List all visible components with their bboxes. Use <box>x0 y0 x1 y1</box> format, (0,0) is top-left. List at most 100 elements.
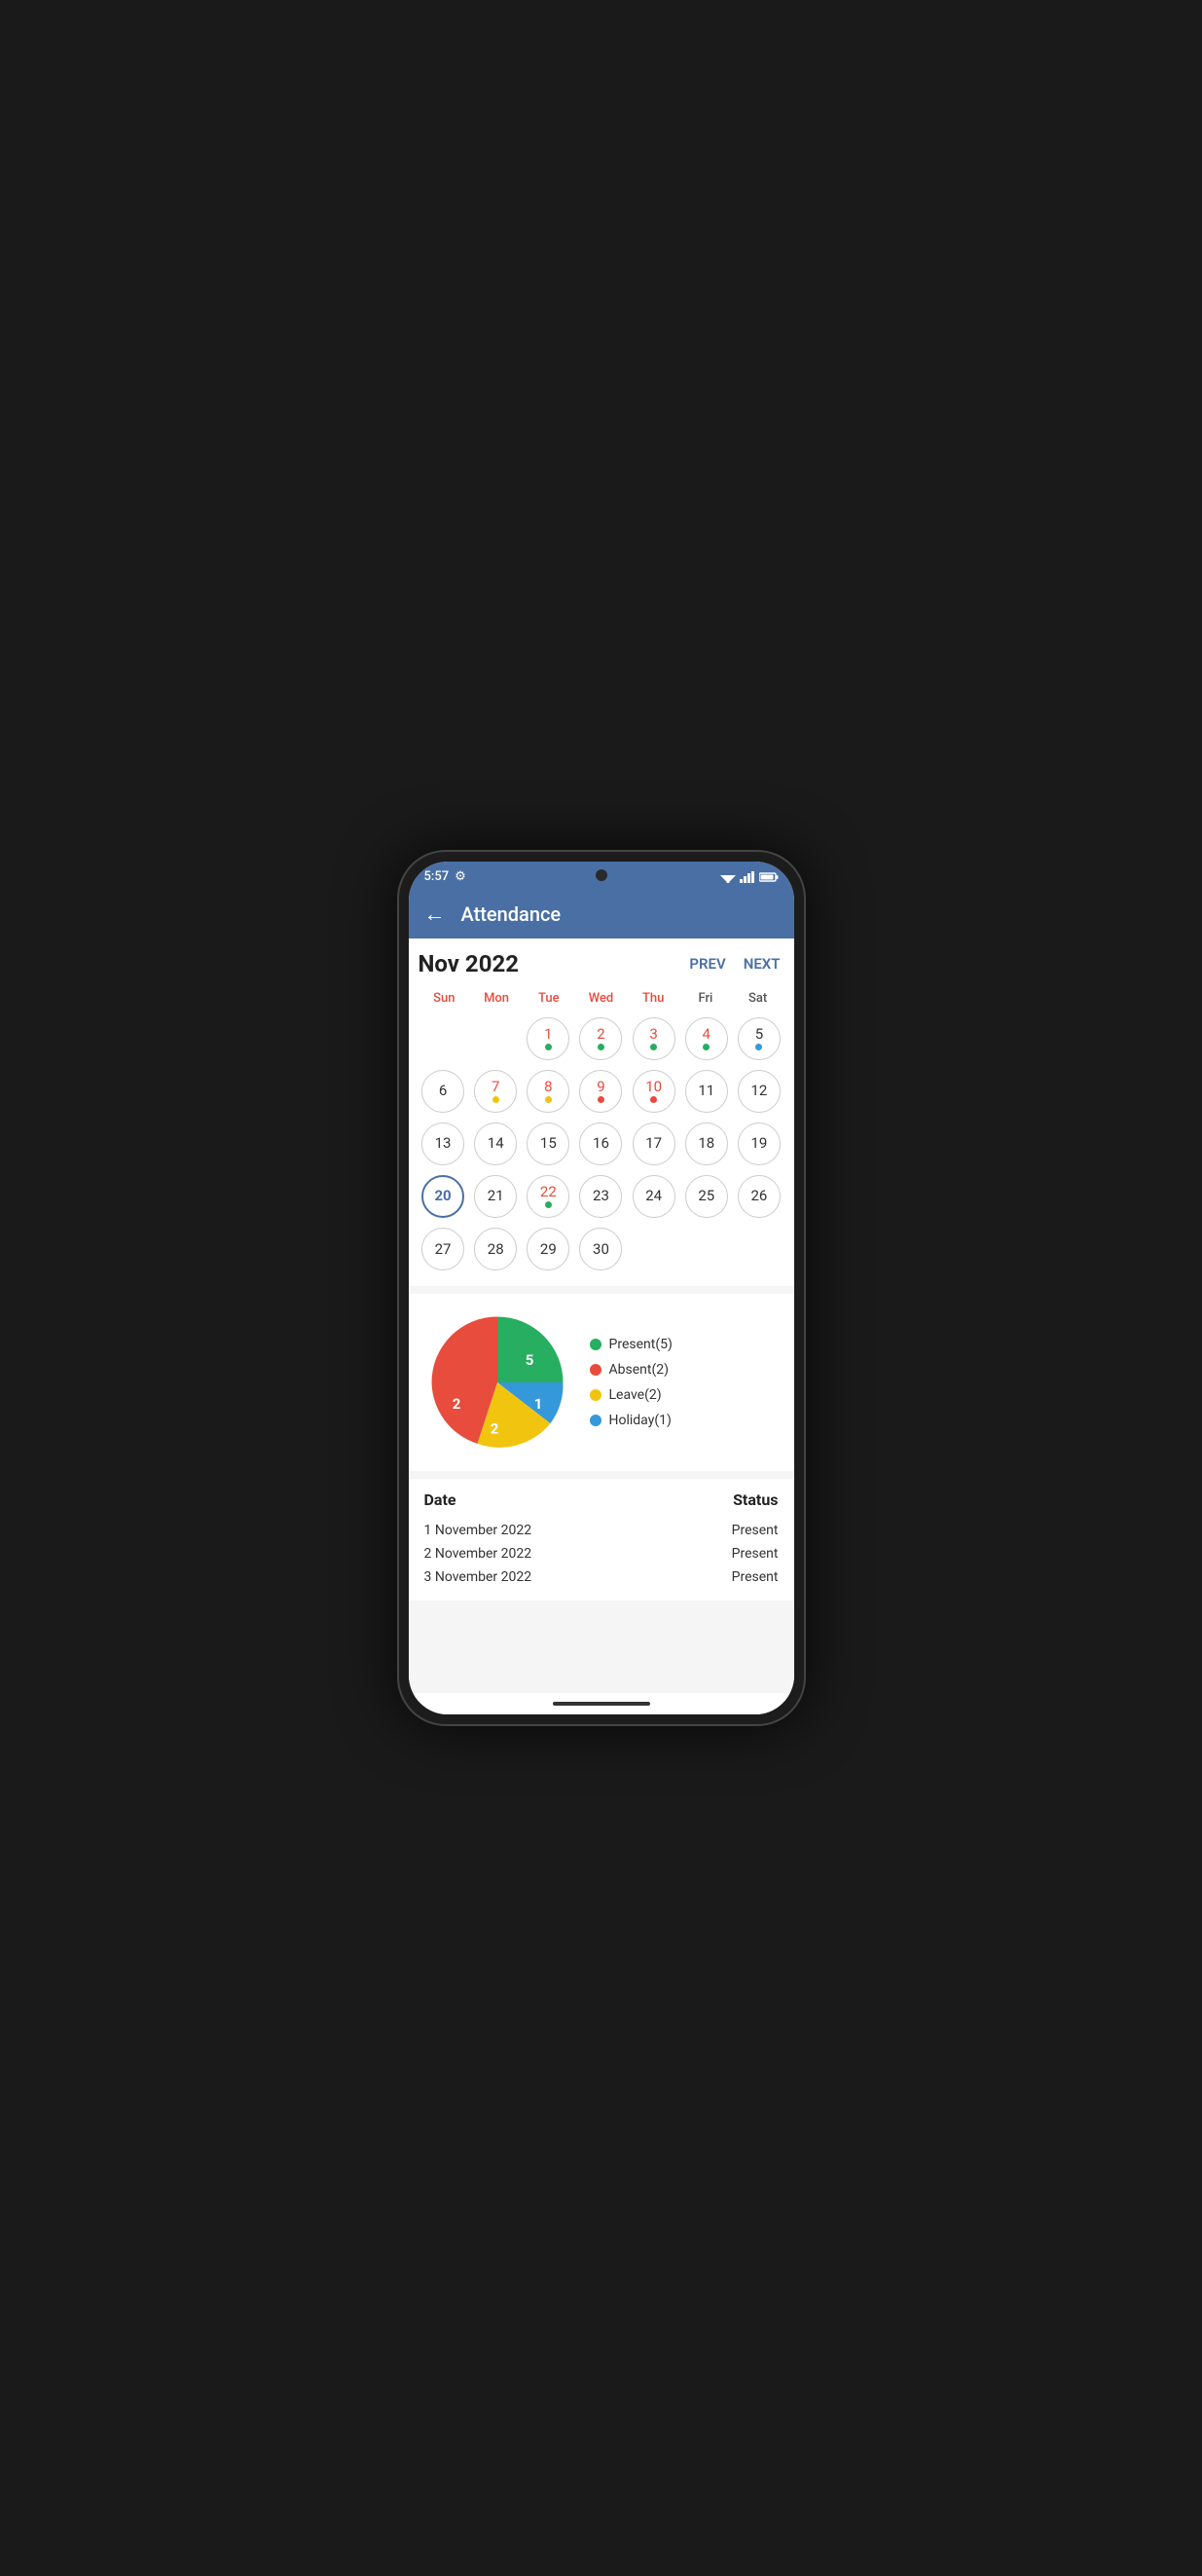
day-cell[interactable]: 21 <box>471 1171 521 1221</box>
legend-holiday: Holiday(1) <box>590 1413 673 1428</box>
day-cell[interactable]: 1 <box>524 1013 573 1063</box>
signal-icon <box>740 871 755 883</box>
day-cell[interactable]: 4 <box>681 1013 731 1063</box>
day-cell[interactable]: 19 <box>734 1119 783 1168</box>
month-header: Nov 2022 PREV NEXT <box>419 950 784 977</box>
day-cell[interactable]: 10 <box>629 1066 678 1116</box>
status-left: 5:57 ⚙ <box>424 869 466 884</box>
absent-dot <box>590 1364 601 1376</box>
leave-dot <box>590 1389 601 1401</box>
table-body: 1 November 2022Present2 November 2022Pre… <box>424 1519 779 1589</box>
day-cell[interactable] <box>471 1013 521 1063</box>
day-header-tue: Tue <box>523 987 575 1010</box>
day-cell[interactable]: 2 <box>576 1013 626 1063</box>
day-headers: Sun Mon Tue Wed Thu Fri Sat <box>419 987 784 1010</box>
day-cell[interactable]: 27 <box>419 1225 468 1274</box>
day-cell[interactable]: 8 <box>524 1066 573 1116</box>
table-row: 3 November 2022Present <box>424 1565 779 1589</box>
attendance-dot <box>650 1044 657 1050</box>
day-cell[interactable]: 28 <box>471 1225 521 1274</box>
day-cell[interactable]: 3 <box>629 1013 678 1063</box>
day-cell[interactable]: 22 <box>524 1171 573 1221</box>
status-cell: Present <box>601 1569 779 1585</box>
day-cell[interactable] <box>419 1013 468 1063</box>
day-cell[interactable]: 23 <box>576 1171 626 1221</box>
day-number: 29 <box>540 1242 557 1257</box>
attendance-dot <box>598 1044 604 1050</box>
day-number: 23 <box>593 1189 609 1203</box>
date-cell: 1 November 2022 <box>424 1523 601 1538</box>
day-cell[interactable]: 30 <box>576 1225 626 1274</box>
calendar-grid: 1234567891011121314151617181920212223242… <box>419 1013 784 1274</box>
day-number: 27 <box>435 1242 452 1257</box>
legend-absent: Absent(2) <box>590 1362 673 1378</box>
day-cell[interactable]: 20 <box>419 1171 468 1221</box>
date-cell: 3 November 2022 <box>424 1569 601 1585</box>
day-number: 3 <box>649 1027 657 1042</box>
camera <box>596 869 607 881</box>
gear-icon: ⚙ <box>455 869 466 884</box>
holiday-label: Holiday(1) <box>609 1413 672 1428</box>
day-number: 5 <box>755 1027 763 1042</box>
holiday-dot <box>590 1415 601 1426</box>
status-column-header: Status <box>601 1490 779 1509</box>
day-number: 14 <box>488 1136 504 1151</box>
day-header-thu: Thu <box>627 987 679 1010</box>
day-number: 20 <box>434 1189 451 1203</box>
attendance-dot <box>755 1044 762 1050</box>
day-number: 7 <box>492 1080 499 1094</box>
next-button[interactable]: NEXT <box>740 953 784 975</box>
day-cell[interactable]: 7 <box>471 1066 521 1116</box>
day-number: 8 <box>544 1080 552 1094</box>
home-bar <box>553 1702 650 1706</box>
attendance-table: Date Status 1 November 2022Present2 Nove… <box>409 1479 794 1601</box>
main-content: Nov 2022 PREV NEXT Sun Mon Tue Wed Thu F… <box>409 938 794 1693</box>
present-label: Present(5) <box>609 1337 673 1352</box>
battery-icon <box>759 871 779 883</box>
table-row: 2 November 2022Present <box>424 1542 779 1565</box>
day-cell[interactable]: 5 <box>734 1013 783 1063</box>
attendance-dot <box>545 1044 552 1050</box>
day-cell[interactable]: 15 <box>524 1119 573 1168</box>
back-button[interactable]: ← <box>424 902 446 927</box>
nav-buttons: PREV NEXT <box>685 953 783 975</box>
leave-label: Leave(2) <box>609 1387 662 1403</box>
svg-text:5: 5 <box>525 1351 533 1369</box>
day-cell[interactable]: 11 <box>681 1066 731 1116</box>
day-number: 17 <box>645 1136 662 1151</box>
day-number: 30 <box>593 1242 609 1257</box>
day-cell[interactable]: 6 <box>419 1066 468 1116</box>
day-number: 16 <box>593 1136 609 1151</box>
day-cell[interactable]: 17 <box>629 1119 678 1168</box>
page-title: Attendance <box>461 902 562 926</box>
prev-button[interactable]: PREV <box>685 953 729 975</box>
day-cell[interactable]: 9 <box>576 1066 626 1116</box>
attendance-dot <box>492 1096 499 1103</box>
day-cell[interactable]: 12 <box>734 1066 783 1116</box>
day-header-mon: Mon <box>470 987 523 1010</box>
attendance-dot <box>545 1201 552 1208</box>
day-number: 25 <box>698 1189 714 1203</box>
day-cell[interactable]: 18 <box>681 1119 731 1168</box>
day-cell[interactable]: 25 <box>681 1171 731 1221</box>
day-header-wed: Wed <box>575 987 628 1010</box>
app-header: ← Attendance <box>409 890 794 938</box>
day-header-sat: Sat <box>732 987 784 1010</box>
day-number: 2 <box>597 1027 604 1042</box>
day-cell[interactable]: 29 <box>524 1225 573 1274</box>
day-number: 11 <box>698 1084 714 1098</box>
status-cell: Present <box>601 1546 779 1562</box>
day-cell[interactable]: 24 <box>629 1171 678 1221</box>
day-cell[interactable]: 26 <box>734 1171 783 1221</box>
day-cell[interactable]: 14 <box>471 1119 521 1168</box>
date-cell: 2 November 2022 <box>424 1546 601 1562</box>
calendar-section: Nov 2022 PREV NEXT Sun Mon Tue Wed Thu F… <box>409 938 794 1286</box>
day-number: 26 <box>750 1189 767 1203</box>
table-header: Date Status <box>424 1490 779 1509</box>
phone-screen: 5:57 ⚙ <box>409 862 794 1714</box>
day-cell[interactable]: 16 <box>576 1119 626 1168</box>
day-number: 18 <box>698 1136 714 1151</box>
pie-svg: 5 1 2 2 <box>424 1309 570 1455</box>
day-cell[interactable]: 13 <box>419 1119 468 1168</box>
day-number: 12 <box>750 1084 767 1098</box>
